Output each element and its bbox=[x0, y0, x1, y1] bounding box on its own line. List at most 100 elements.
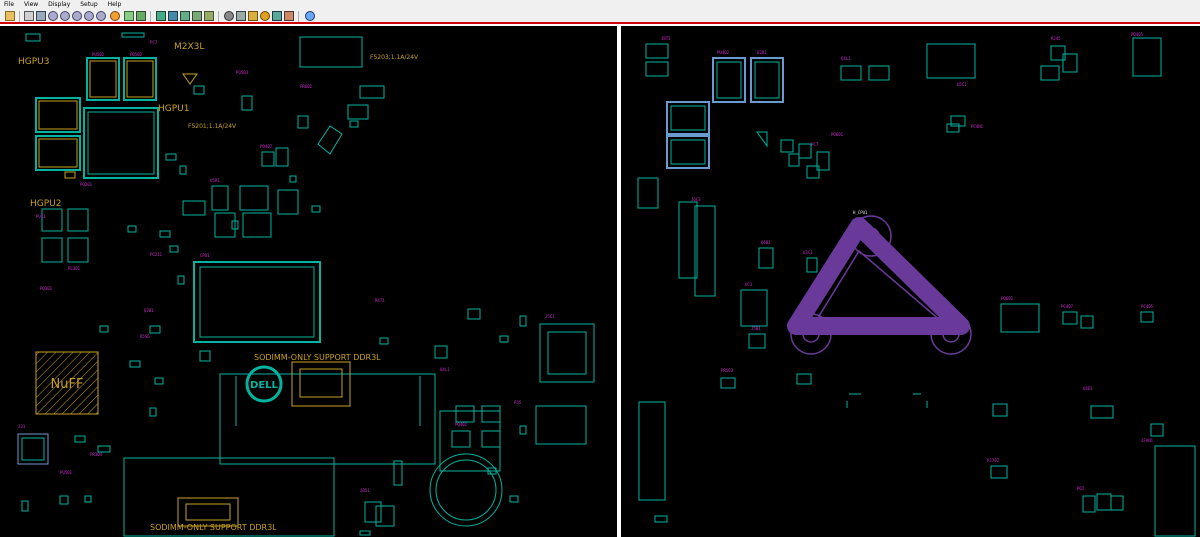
zoom-area-icon[interactable] bbox=[72, 11, 82, 21]
nuff-text: NuFF bbox=[51, 377, 84, 392]
component-outline bbox=[364, 501, 382, 523]
component-outline bbox=[1150, 423, 1164, 437]
ref-label: H_CPU1 bbox=[853, 210, 868, 215]
part-label: U5C1 bbox=[957, 82, 967, 87]
component-outline bbox=[670, 139, 706, 165]
component-outline bbox=[185, 503, 231, 521]
part-label: Q7B1 bbox=[144, 308, 154, 313]
label-fuse1: F5203;1.1A/24V bbox=[370, 54, 419, 61]
flip-icon[interactable] bbox=[180, 11, 190, 21]
net-icon[interactable] bbox=[204, 11, 214, 21]
component-outline bbox=[481, 430, 501, 448]
component-outline bbox=[165, 153, 177, 161]
zoom-in-icon[interactable] bbox=[48, 11, 58, 21]
menu-display[interactable]: Display bbox=[48, 1, 70, 8]
toolbar-separator bbox=[150, 11, 151, 22]
part-label: J6C3 bbox=[691, 197, 701, 202]
component-outline bbox=[379, 337, 389, 345]
layer-icon[interactable] bbox=[136, 11, 146, 21]
component-outline bbox=[519, 315, 527, 327]
part-label: PQ407 bbox=[260, 144, 273, 149]
print-icon[interactable] bbox=[24, 11, 34, 21]
board-view-bottom[interactable]: JBT1 Q4L1 PU402 PC7 U2D1 U5C1 PQ405 RJ45… bbox=[621, 26, 1200, 537]
component-outline bbox=[637, 177, 659, 209]
component-outline bbox=[182, 73, 198, 85]
component-outline bbox=[41, 237, 63, 263]
component-outline bbox=[1154, 445, 1196, 537]
component-outline bbox=[756, 131, 768, 148]
tools-icon[interactable] bbox=[260, 11, 270, 21]
component-outline bbox=[87, 111, 155, 175]
part-icon[interactable] bbox=[236, 11, 246, 21]
component-outline bbox=[126, 60, 154, 98]
part-label: PC4N1 bbox=[971, 124, 984, 129]
component-outline bbox=[84, 495, 92, 503]
component-outline bbox=[1132, 37, 1162, 77]
part-label: PQ405 bbox=[1131, 32, 1144, 37]
pan-icon[interactable] bbox=[110, 11, 120, 21]
label-m2x3l: M2X3L bbox=[174, 42, 204, 52]
part-label: PJ5 bbox=[514, 400, 522, 405]
part-label: JB51 bbox=[360, 488, 370, 493]
component-outline bbox=[299, 368, 343, 398]
menu-view[interactable]: View bbox=[24, 1, 38, 8]
top-side-icon[interactable] bbox=[156, 11, 166, 21]
component-outline bbox=[754, 61, 780, 99]
component-outline bbox=[393, 460, 403, 486]
mirror-icon[interactable] bbox=[192, 11, 202, 21]
part-label: Q6B1 bbox=[761, 240, 771, 245]
component-outline bbox=[59, 495, 69, 505]
menu-help[interactable]: Help bbox=[108, 1, 122, 8]
component-outline bbox=[434, 345, 448, 359]
part-label: J31 bbox=[18, 424, 26, 429]
component-outline bbox=[499, 335, 509, 343]
toolbar-separator bbox=[298, 11, 299, 22]
part-label: PC7 bbox=[811, 142, 819, 147]
part-label: R471 bbox=[375, 298, 385, 303]
component-outline bbox=[1082, 495, 1096, 513]
component-outline bbox=[35, 97, 81, 133]
part-label: J5C1 bbox=[545, 314, 555, 319]
component-outline bbox=[193, 85, 205, 95]
zoom-prev-icon[interactable] bbox=[84, 11, 94, 21]
component-outline bbox=[666, 135, 710, 169]
part-label: PQ2 bbox=[1077, 486, 1085, 491]
component-outline bbox=[86, 57, 120, 101]
info-icon[interactable] bbox=[272, 11, 282, 21]
component-outline bbox=[645, 61, 669, 77]
component-outline bbox=[654, 515, 668, 523]
board-canvas-top[interactable]: NuFF DELL HGPU3 HGPU1 HGPU2 M2X3L F5203;… bbox=[0, 26, 617, 537]
menu-setup[interactable]: Setup bbox=[80, 1, 97, 8]
component-outline bbox=[720, 377, 736, 389]
board-canvas-bottom[interactable]: JBT1 Q4L1 PU402 PC7 U2D1 U5C1 PQ405 RJ45… bbox=[621, 26, 1200, 537]
component-outline bbox=[67, 208, 89, 232]
info-icon[interactable] bbox=[284, 11, 294, 21]
component-outline bbox=[83, 107, 159, 179]
component-outline bbox=[275, 147, 289, 167]
component-outline bbox=[99, 325, 109, 333]
part-label: PQ502 bbox=[130, 52, 143, 57]
component-outline bbox=[666, 101, 710, 135]
help-icon[interactable] bbox=[305, 11, 315, 21]
zoom-out-icon[interactable] bbox=[60, 11, 70, 21]
part-label: PQ601 bbox=[1001, 296, 1014, 301]
component-outline bbox=[796, 373, 812, 385]
component-outline bbox=[375, 505, 395, 527]
menu-file[interactable]: File bbox=[4, 1, 14, 8]
fit-icon[interactable] bbox=[36, 11, 46, 21]
open-icon[interactable] bbox=[5, 11, 15, 21]
component-outline bbox=[297, 115, 309, 129]
bottom-side-icon[interactable] bbox=[168, 11, 178, 21]
zoom-fit-icon[interactable] bbox=[96, 11, 106, 21]
component-outline bbox=[798, 143, 812, 159]
board-view-top[interactable]: NuFF DELL HGPU3 HGPU1 HGPU2 M2X3L F5203;… bbox=[0, 26, 617, 537]
find-icon[interactable] bbox=[224, 11, 234, 21]
component-outline bbox=[289, 175, 297, 183]
settings-icon[interactable] bbox=[248, 11, 258, 21]
component-outline bbox=[169, 245, 179, 253]
toolbar bbox=[0, 9, 1200, 24]
component-outline bbox=[127, 225, 137, 233]
highlight-icon[interactable] bbox=[124, 11, 134, 21]
part-label: R5S6 bbox=[140, 334, 150, 339]
component-outline bbox=[758, 247, 774, 269]
